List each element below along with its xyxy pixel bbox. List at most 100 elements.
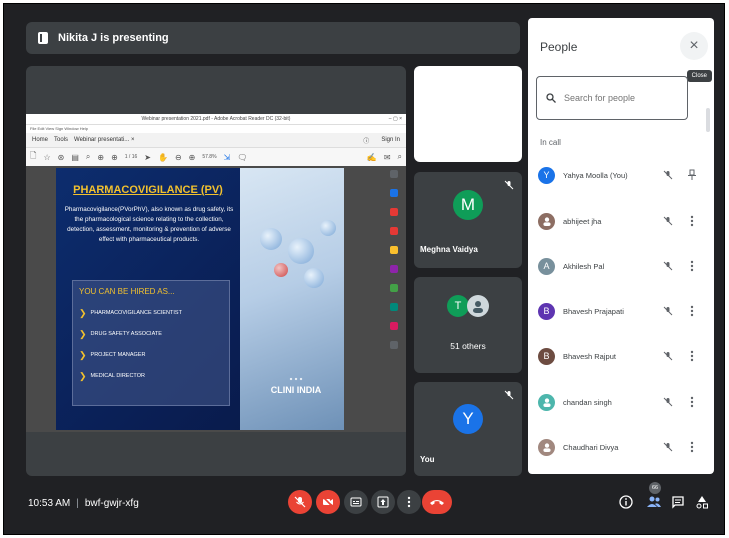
pill-image: [304, 268, 324, 288]
activities-icon: [696, 496, 708, 509]
sign-tool-icon: ✍: [366, 152, 377, 162]
zoom-level: 57.8%: [202, 154, 217, 160]
activities-button[interactable]: [694, 494, 710, 510]
avatar: T: [447, 295, 469, 317]
present-now-button[interactable]: [371, 490, 395, 514]
compress-icon: [390, 303, 398, 311]
new-file-icon: 🗋: [30, 151, 37, 160]
mic-off-icon: [294, 496, 306, 508]
participant-tile-blank[interactable]: [414, 66, 522, 162]
presenting-banner: Nikita J is presenting: [26, 22, 520, 54]
sign-in-link: Sign In: [381, 137, 400, 143]
hired-as-box: YOU CAN BE HIRED AS... ❯ PHARMACOVIGILANC…: [72, 280, 230, 406]
captions-button[interactable]: [344, 490, 368, 514]
people-button[interactable]: [646, 494, 662, 510]
people-count-badge: 66: [649, 482, 661, 494]
participant-row[interactable]: abhijeet jha: [538, 208, 702, 234]
more-vert-icon[interactable]: [687, 350, 697, 362]
presenting-text: Nikita J is presenting: [58, 32, 169, 44]
participant-tile-you[interactable]: Y You: [414, 382, 522, 476]
leave-call-button[interactable]: [422, 490, 452, 514]
chevron-right-icon: ❯: [79, 350, 87, 360]
avatar: Y: [538, 166, 555, 184]
participant-name: Meghna Vaidya: [420, 245, 478, 254]
mail-icon: ✉: [383, 152, 391, 162]
more-vert-icon[interactable]: [687, 260, 697, 272]
meeting-info: 10:53 AM | bwf-gwjr-xfg: [28, 498, 139, 509]
mic-off-icon: [663, 170, 673, 180]
panel-scrollbar[interactable]: [706, 108, 710, 132]
others-count: 51 others: [450, 341, 486, 351]
avatar: B: [538, 347, 555, 365]
chat-button[interactable]: [670, 494, 686, 510]
mic-toggle-button[interactable]: [288, 490, 312, 514]
acrobat-window-title: Webinar presentation 2021.pdf - Adobe Ac…: [141, 116, 291, 122]
search-people-field[interactable]: [536, 76, 688, 120]
avatar: A: [538, 257, 555, 275]
chevron-right-icon: ❯: [79, 371, 87, 381]
search-icon: [546, 93, 556, 103]
avatar: B: [538, 302, 555, 320]
comment-icon: 🗨: [237, 152, 248, 162]
mic-off-icon: [663, 261, 673, 271]
more-vert-icon[interactable]: [687, 441, 697, 453]
close-panel-button[interactable]: ×: [680, 32, 708, 60]
print-icon: ▤: [71, 152, 79, 162]
close-icon: ×: [689, 37, 699, 54]
search-people-input[interactable]: [562, 92, 676, 104]
people-panel: People × Close In call Y Yahya Moolla (Y…: [528, 18, 714, 474]
chevron-right-icon: ❯: [79, 308, 87, 318]
mic-off-icon: [663, 351, 673, 361]
captions-icon: [350, 497, 362, 507]
participant-row-name: Chaudhari Divya: [563, 442, 619, 452]
pill-image: [288, 238, 314, 264]
meet-window: Nikita J is presenting Webinar presentat…: [3, 3, 725, 535]
export-pdf-icon: [390, 189, 398, 197]
pointer-icon: ➤: [144, 152, 151, 162]
participant-row[interactable]: A Akhilesh Pal: [538, 253, 702, 279]
participant-row[interactable]: chandan singh: [538, 389, 702, 415]
mic-off-icon: [663, 397, 673, 407]
participant-row-name: Yahya Moolla (You): [563, 170, 628, 180]
more-vert-icon[interactable]: [687, 215, 697, 227]
camera-toggle-button[interactable]: [316, 490, 340, 514]
participant-row[interactable]: B Bhavesh Rajput: [538, 343, 702, 369]
more-options-button[interactable]: [397, 490, 421, 514]
edit-pdf-icon: [390, 227, 398, 235]
participant-row[interactable]: B Bhavesh Prajapati: [538, 298, 702, 324]
clock-time: 10:53 AM: [28, 498, 71, 509]
present-icon: [377, 496, 389, 508]
meeting-details-button[interactable]: [618, 494, 634, 510]
avatar-photo: [538, 393, 555, 411]
role-item: ❯ MEDICAL DIRECTOR: [79, 371, 145, 381]
participant-row[interactable]: Y Yahya Moolla (You): [538, 162, 702, 188]
camera-off-icon: [322, 496, 334, 508]
tab-tools: Tools: [54, 137, 69, 143]
more-vert-icon[interactable]: [687, 305, 697, 317]
zoom-out-icon: ⊖: [174, 152, 182, 162]
participant-row-name: chandan singh: [563, 397, 612, 407]
window-controls-icon: – ▢ ×: [388, 116, 402, 122]
presentation-stage: Webinar presentation 2021.pdf - Adobe Ac…: [26, 66, 406, 476]
participant-row[interactable]: Chaudhari Divya: [538, 434, 702, 460]
people-icon: [647, 496, 661, 507]
more-tools-icon: [390, 341, 398, 349]
presentation-slide: PHARMACOVIGILANCE (PV) Pharmacovigilance…: [56, 168, 344, 430]
meeting-code: bwf-gwjr-xfg: [84, 498, 139, 509]
more-vert-icon[interactable]: [687, 396, 697, 408]
role-item: ❯ DRUG SAFETY ASSOCIATE: [79, 329, 162, 339]
page-number-field: 1 / 16: [124, 154, 138, 160]
role-item: ❯ PHARMACOVIGILANCE SCIENTIST: [79, 308, 182, 318]
info-icon: [619, 495, 633, 509]
participant-tile-others[interactable]: T 51 others: [414, 277, 522, 373]
pill-image: [320, 220, 336, 236]
participant-tile-meghna[interactable]: M Meghna Vaidya: [414, 172, 522, 268]
slide-title: PHARMACOVIGILANCE (PV): [73, 184, 223, 196]
zoom-in-icon: ⊕: [188, 152, 196, 162]
close-tooltip: Close: [686, 70, 712, 82]
logo-dots-icon: ⚬⚬⚬: [288, 377, 304, 383]
comment-tool-icon: [390, 246, 398, 254]
pin-icon[interactable]: [687, 169, 697, 181]
slide-description: Pharmacovigilance(PVorPhV), also known a…: [64, 206, 234, 243]
mic-off-icon: [504, 390, 514, 400]
